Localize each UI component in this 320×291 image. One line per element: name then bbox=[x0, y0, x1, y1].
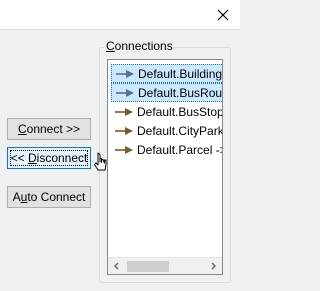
list-item[interactable]: Default.BusRout bbox=[111, 83, 223, 102]
connections-group-label: Connections bbox=[105, 39, 174, 53]
horizontal-scrollbar[interactable] bbox=[108, 257, 222, 274]
list-item-label: Default.Building bbox=[138, 66, 223, 81]
list-item-label: Default.CityPark bbox=[137, 123, 223, 138]
connection-arrow-icon bbox=[115, 145, 133, 154]
list-item-label: Default.Parcel -> bbox=[137, 142, 223, 157]
connection-arrow-icon bbox=[115, 126, 133, 135]
scroll-left-icon[interactable] bbox=[112, 261, 122, 271]
mouse-cursor-icon bbox=[94, 152, 107, 171]
title-bar bbox=[0, 0, 240, 30]
connection-arrow-icon bbox=[115, 107, 133, 116]
list-item[interactable]: Default.Parcel -> bbox=[111, 140, 223, 159]
connections-label-mnemonic: C bbox=[106, 39, 115, 53]
list-item-label: Default.BusRout bbox=[138, 85, 223, 100]
connections-listbox[interactable]: Default.Building Default.BusRout Default… bbox=[107, 59, 223, 275]
list-item-label: Default.BusStops bbox=[137, 104, 223, 119]
scroll-right-icon[interactable] bbox=[208, 261, 218, 271]
connect-button-label: Connect >> bbox=[17, 122, 81, 136]
auto-connect-button[interactable]: Auto Connect bbox=[7, 186, 91, 208]
list-item[interactable]: Default.CityPark bbox=[111, 121, 223, 140]
connection-arrow-icon bbox=[116, 69, 134, 78]
connection-arrow-icon bbox=[116, 88, 134, 97]
connect-button[interactable]: Connect >> bbox=[7, 118, 91, 140]
disconnect-button-label: << Disconnect bbox=[10, 151, 88, 165]
list-item[interactable]: Default.Building bbox=[111, 64, 223, 83]
scrollbar-thumb[interactable] bbox=[127, 261, 169, 272]
list-item[interactable]: Default.BusStops bbox=[111, 102, 223, 121]
disconnect-button[interactable]: << Disconnect bbox=[7, 147, 91, 169]
connections-label-rest: onnections bbox=[114, 39, 173, 53]
auto-connect-button-label: Auto Connect bbox=[12, 190, 86, 204]
close-icon[interactable] bbox=[216, 8, 230, 22]
